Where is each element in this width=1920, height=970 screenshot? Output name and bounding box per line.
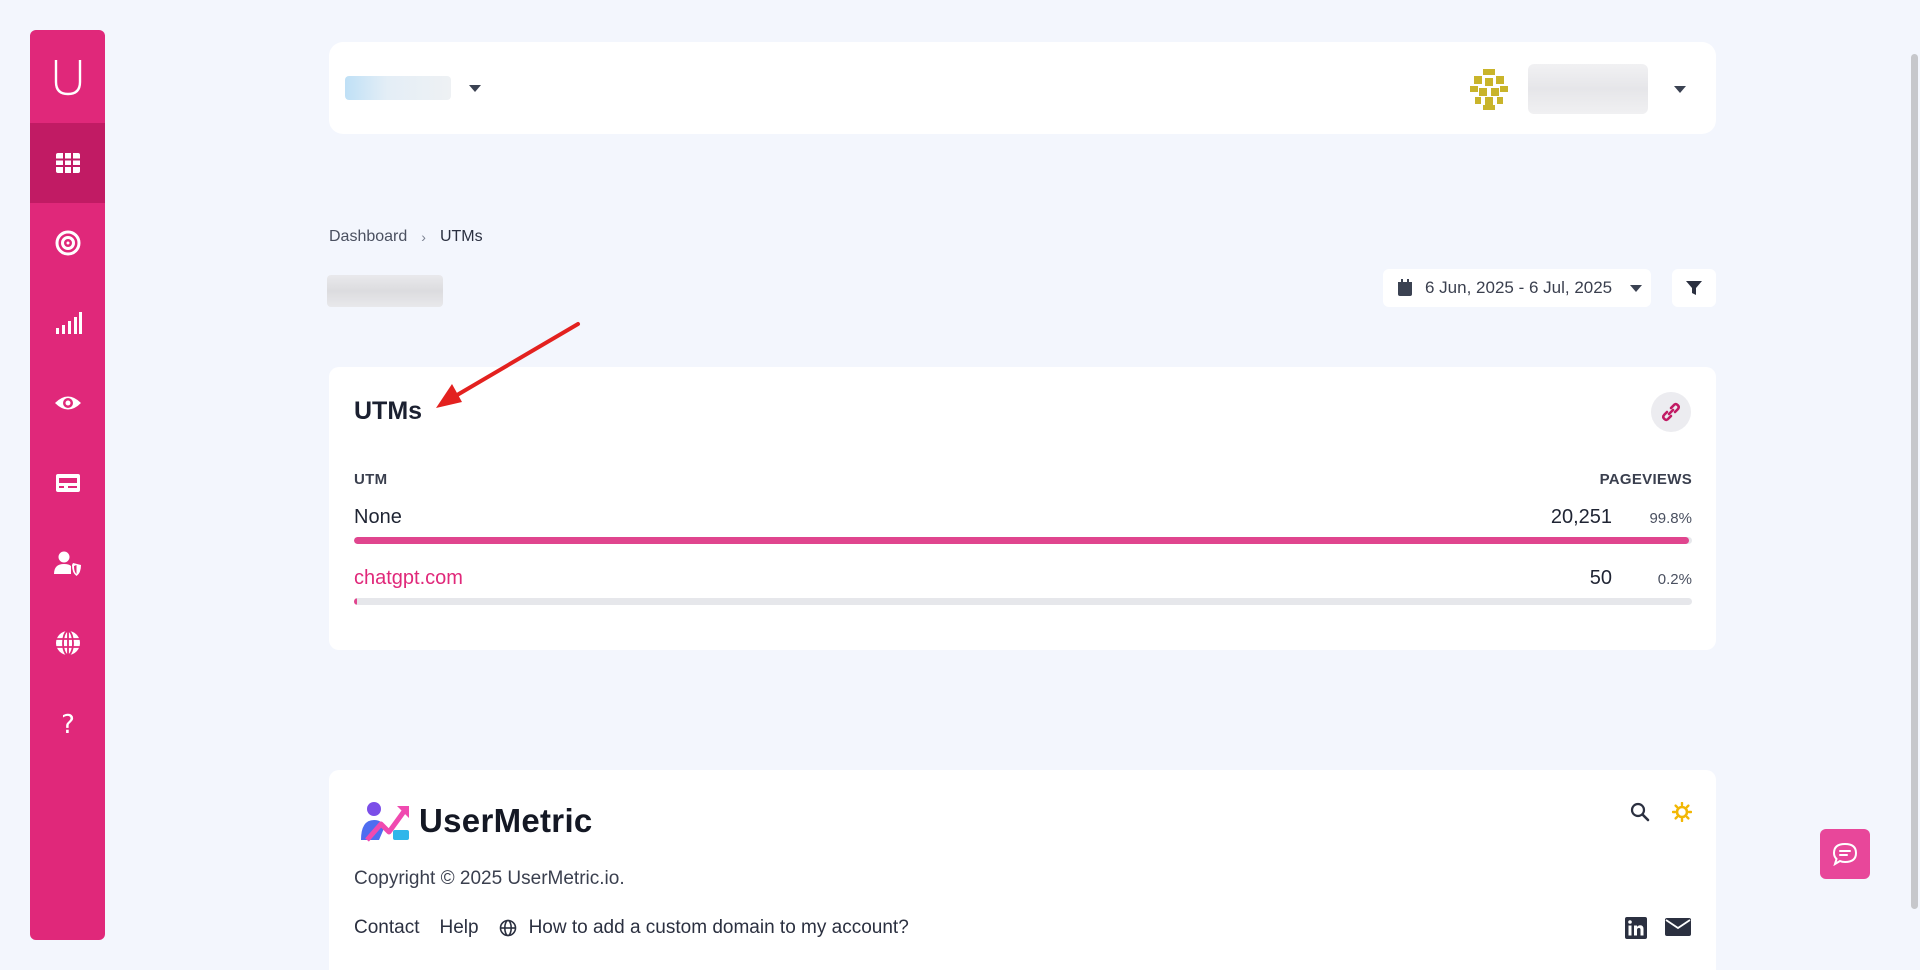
link-icon <box>1661 402 1681 422</box>
user-shield-icon <box>53 551 81 576</box>
annotation-arrow-icon <box>436 322 580 408</box>
custom-domain-label: How to add a custom domain to my account… <box>528 917 909 938</box>
footer-brand[interactable]: UserMetric <box>359 800 593 842</box>
target-icon <box>55 230 80 256</box>
help-icon: ? <box>61 710 75 737</box>
breadcrumb-dashboard[interactable]: Dashboard <box>329 228 407 246</box>
progress-track <box>354 537 1692 544</box>
filter-button[interactable] <box>1672 269 1716 307</box>
chat-icon <box>1832 842 1858 866</box>
footer-tools <box>1630 802 1692 822</box>
mail-icon[interactable] <box>1664 916 1692 938</box>
footer-social <box>1624 916 1692 940</box>
usermetric-logo-icon <box>361 802 409 842</box>
globe-icon <box>499 919 516 937</box>
sidebar-item-domains[interactable] <box>30 603 105 683</box>
sidebar-item-dashboard[interactable] <box>30 123 105 203</box>
column-header-utm[interactable]: UTM <box>354 471 387 488</box>
chevron-down-icon <box>1630 284 1643 292</box>
avatar <box>1466 66 1512 112</box>
progress-fill <box>354 537 1690 544</box>
scrollbar[interactable] <box>1911 54 1918 909</box>
footer: UserMetric Copyright © 2025 UserMetric.i… <box>329 770 1716 970</box>
svg-text:?: ? <box>61 710 75 737</box>
brand-name: UserMetric <box>419 802 593 839</box>
redacted-site-name <box>345 76 451 100</box>
copyright-text: Copyright © 2025 UserMetric.io. <box>354 868 625 889</box>
card-title: UTMs <box>354 397 423 425</box>
breadcrumb-current: UTMs <box>439 228 483 245</box>
breadcrumb-separator: › <box>421 229 426 245</box>
progress-fill <box>354 598 357 605</box>
footer-links: Contact Help How to add a custom domain … <box>354 917 909 939</box>
redacted-user-name <box>1528 64 1648 114</box>
sun-icon[interactable] <box>1672 802 1692 822</box>
sidebar-logo[interactable] <box>30 30 105 123</box>
linkedin-icon[interactable] <box>1624 916 1648 940</box>
utm-label-link[interactable]: chatgpt.com <box>354 567 463 590</box>
pageviews-value: 20,251 <box>1550 506 1612 528</box>
eye-icon <box>54 396 81 410</box>
pageviews-value: 50 <box>1589 567 1612 589</box>
user-menu[interactable] <box>1466 64 1686 114</box>
search-icon[interactable] <box>1630 802 1650 822</box>
identicon-icon <box>1467 67 1511 111</box>
sidebar-item-goals[interactable] <box>30 203 105 283</box>
sidebar-item-billing[interactable] <box>30 443 105 523</box>
help-link[interactable]: Help <box>439 917 478 939</box>
breadcrumb: Dashboard › UTMs <box>329 228 483 246</box>
custom-domain-link[interactable]: How to add a custom domain to my account… <box>499 917 909 939</box>
sidebar: ? <box>30 30 105 940</box>
signal-bars-icon <box>55 312 82 334</box>
top-bar <box>329 42 1716 134</box>
redacted-page-title <box>327 275 443 307</box>
chat-button[interactable] <box>1820 829 1870 879</box>
filter-icon <box>1686 281 1702 295</box>
sidebar-item-visitors[interactable] <box>30 363 105 443</box>
pageviews-percent: 0.2% <box>1657 571 1692 588</box>
calendar-icon <box>1398 279 1412 296</box>
sidebar-item-reports[interactable] <box>30 283 105 363</box>
progress-track <box>354 598 1692 605</box>
grid-icon <box>55 153 80 173</box>
column-header-pageviews[interactable]: PAGEVIEWS <box>1600 471 1692 488</box>
sidebar-item-help[interactable]: ? <box>30 683 105 763</box>
chevron-down-icon <box>1674 85 1686 93</box>
contact-link[interactable]: Contact <box>354 917 419 939</box>
sidebar-item-users[interactable] <box>30 523 105 603</box>
pageviews-percent: 99.8% <box>1649 510 1692 527</box>
site-selector[interactable] <box>345 76 481 100</box>
globe-icon <box>55 630 80 656</box>
card-icon <box>55 474 80 492</box>
link-button[interactable] <box>1651 392 1691 432</box>
utm-label: None <box>354 506 402 528</box>
logo-u-icon <box>54 59 81 95</box>
chevron-down-icon <box>469 84 481 92</box>
date-range-picker[interactable]: 6 Jun, 2025 - 6 Jul, 2025 <box>1383 269 1651 307</box>
date-range-label: 6 Jun, 2025 - 6 Jul, 2025 <box>1425 278 1613 297</box>
